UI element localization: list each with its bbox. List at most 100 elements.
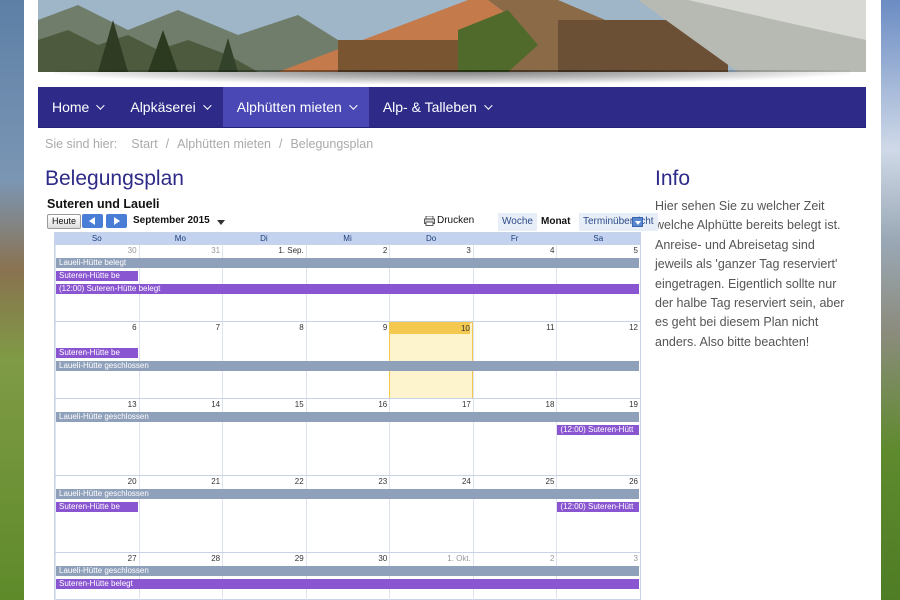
calendar-event[interactable]: (12:00) Suteren-Hütt: [557, 425, 639, 435]
calendar-day-cell[interactable]: 1. Okt.: [389, 553, 473, 600]
info-title: Info: [655, 167, 691, 190]
day-number[interactable]: 15: [223, 399, 304, 410]
calendar-day-cell[interactable]: 18: [472, 399, 557, 476]
print-button[interactable]: Drucken: [424, 215, 474, 226]
day-number[interactable]: 16: [307, 399, 387, 410]
chevron-down-icon[interactable]: [632, 217, 643, 227]
calendar-event[interactable]: Suteren-Hütte be: [56, 348, 138, 358]
day-number[interactable]: 22: [223, 476, 304, 487]
nav-item-alp-talleben[interactable]: Alp- & Talleben: [369, 87, 504, 127]
day-number[interactable]: 30: [56, 245, 137, 256]
day-number[interactable]: 25: [474, 476, 555, 487]
day-number[interactable]: 27: [56, 553, 137, 564]
calendar-day-cell[interactable]: 17: [389, 399, 473, 476]
calendar-day-cell[interactable]: 2: [472, 553, 557, 600]
background-left: [0, 0, 24, 600]
day-number[interactable]: 7: [140, 322, 220, 333]
calendar-title: Suteren und Laueli: [47, 197, 160, 211]
chevron-down-icon[interactable]: [217, 220, 225, 225]
calendar-day-cell[interactable]: 19: [556, 399, 640, 476]
day-number[interactable]: 19: [557, 399, 638, 410]
page-title: Belegungsplan: [45, 167, 184, 190]
calendar-day-cell[interactable]: 16: [305, 399, 390, 476]
next-month-button[interactable]: [106, 214, 127, 228]
day-number[interactable]: 26: [557, 476, 638, 487]
weekday-header: So: [91, 234, 102, 243]
day-number[interactable]: 29: [223, 553, 304, 564]
month-selector[interactable]: September 2015: [133, 215, 210, 226]
breadcrumb-item-alphuetten-mieten[interactable]: Alphütten mieten: [177, 137, 271, 151]
calendar-event[interactable]: (12:00) Suteren-Hütte belegt: [56, 284, 639, 294]
day-number[interactable]: 4: [474, 245, 554, 256]
calendar-day-cell[interactable]: 28: [138, 553, 223, 600]
calendar-day-cell[interactable]: 24: [389, 476, 473, 553]
calendar-day-cell[interactable]: 27: [55, 553, 139, 600]
calendar-event[interactable]: Suteren-Hütte belegt: [56, 579, 639, 589]
printer-icon: [424, 215, 435, 226]
day-number[interactable]: 2: [474, 553, 554, 564]
day-number[interactable]: 6: [56, 322, 136, 333]
day-number[interactable]: 3: [557, 553, 638, 564]
day-number[interactable]: 23: [307, 476, 387, 487]
day-number[interactable]: 21: [140, 476, 220, 487]
calendar-event[interactable]: Laueli-Hütte geschlossen: [56, 489, 639, 499]
nav-item-alphuetten-mieten[interactable]: Alphütten mieten: [222, 87, 369, 127]
day-number[interactable]: 1. Sep.: [223, 245, 303, 256]
day-number[interactable]: 8: [223, 322, 303, 333]
calendar-day-cell[interactable]: 26: [556, 476, 640, 553]
day-number[interactable]: 11: [474, 322, 554, 333]
calendar-day-cell[interactable]: 3: [556, 553, 640, 600]
day-number[interactable]: 13: [56, 399, 137, 410]
day-number[interactable]: 17: [390, 399, 471, 410]
day-number[interactable]: 2: [307, 245, 387, 256]
calendar-day-cell[interactable]: 29: [222, 553, 306, 600]
calendar-event[interactable]: Suteren-Hütte be: [56, 502, 138, 512]
calendar-day-cell[interactable]: 25: [472, 476, 557, 553]
main-navigation: Home Alpkäserei Alphütten mieten Alp- & …: [38, 87, 866, 128]
day-number[interactable]: 18: [474, 399, 555, 410]
day-number[interactable]: 5: [557, 245, 638, 256]
nav-item-label: Alp- & Talleben: [382, 99, 477, 115]
nav-item-label: Alphütten mieten: [236, 99, 342, 115]
weekday-header: Di: [260, 234, 268, 243]
day-number[interactable]: 28: [140, 553, 220, 564]
calendar-day-cell[interactable]: 30: [305, 553, 390, 600]
calendar-week-row: 30 31 1. Sep. 2 3 4 5 Laueli-Hütte belegt Sutere…: [55, 244, 640, 322]
nav-item-alpkaeserei[interactable]: Alpkäserei: [116, 87, 222, 127]
tab-month[interactable]: Monat: [537, 213, 575, 231]
day-number[interactable]: 14: [140, 399, 220, 410]
calendar-event[interactable]: Laueli-Hütte geschlossen: [56, 361, 639, 371]
calendar-event[interactable]: Laueli-Hütte belegt: [56, 258, 639, 268]
calendar-event[interactable]: Suteren-Hütte be: [56, 271, 138, 281]
calendar-day-cell[interactable]: 21: [138, 476, 223, 553]
nav-item-home[interactable]: Home: [38, 87, 116, 127]
header-banner-image: [38, 0, 866, 72]
day-number[interactable]: 9: [307, 322, 387, 333]
calendar-day-cell[interactable]: 20: [55, 476, 139, 553]
today-button[interactable]: Heute: [47, 214, 82, 229]
calendar-week-row: 13 14 15 16 17 18 19 Laueli-Hütte geschlossen (1…: [55, 398, 640, 476]
day-number[interactable]: 3: [390, 245, 470, 256]
calendar-event[interactable]: Laueli-Hütte geschlossen: [56, 412, 639, 422]
breadcrumb-item-start[interactable]: Start: [131, 137, 157, 151]
tab-agenda[interactable]: Terminübersicht: [579, 213, 658, 231]
tab-week[interactable]: Woche: [498, 213, 537, 231]
day-number[interactable]: 1. Okt.: [390, 553, 471, 564]
calendar-day-cell[interactable]: 22: [222, 476, 306, 553]
calendar-event[interactable]: (12:00) Suteren-Hütt: [557, 502, 639, 512]
print-label: Drucken: [437, 215, 475, 226]
breadcrumb-label: Sie sind hier:: [45, 137, 118, 151]
weekday-header: Sa: [593, 234, 604, 243]
calendar-day-cell[interactable]: 23: [305, 476, 390, 553]
previous-month-button[interactable]: [82, 214, 103, 228]
day-number[interactable]: 10: [390, 323, 470, 334]
day-number[interactable]: 30: [307, 553, 387, 564]
day-number[interactable]: 24: [390, 476, 471, 487]
calendar-day-cell[interactable]: 14: [138, 399, 223, 476]
calendar-day-cell[interactable]: 13: [55, 399, 139, 476]
calendar-day-cell[interactable]: 15: [222, 399, 306, 476]
day-number[interactable]: 20: [56, 476, 137, 487]
day-number[interactable]: 31: [140, 245, 220, 256]
day-number[interactable]: 12: [557, 322, 638, 333]
calendar-event[interactable]: Laueli-Hütte geschlossen: [56, 566, 639, 576]
